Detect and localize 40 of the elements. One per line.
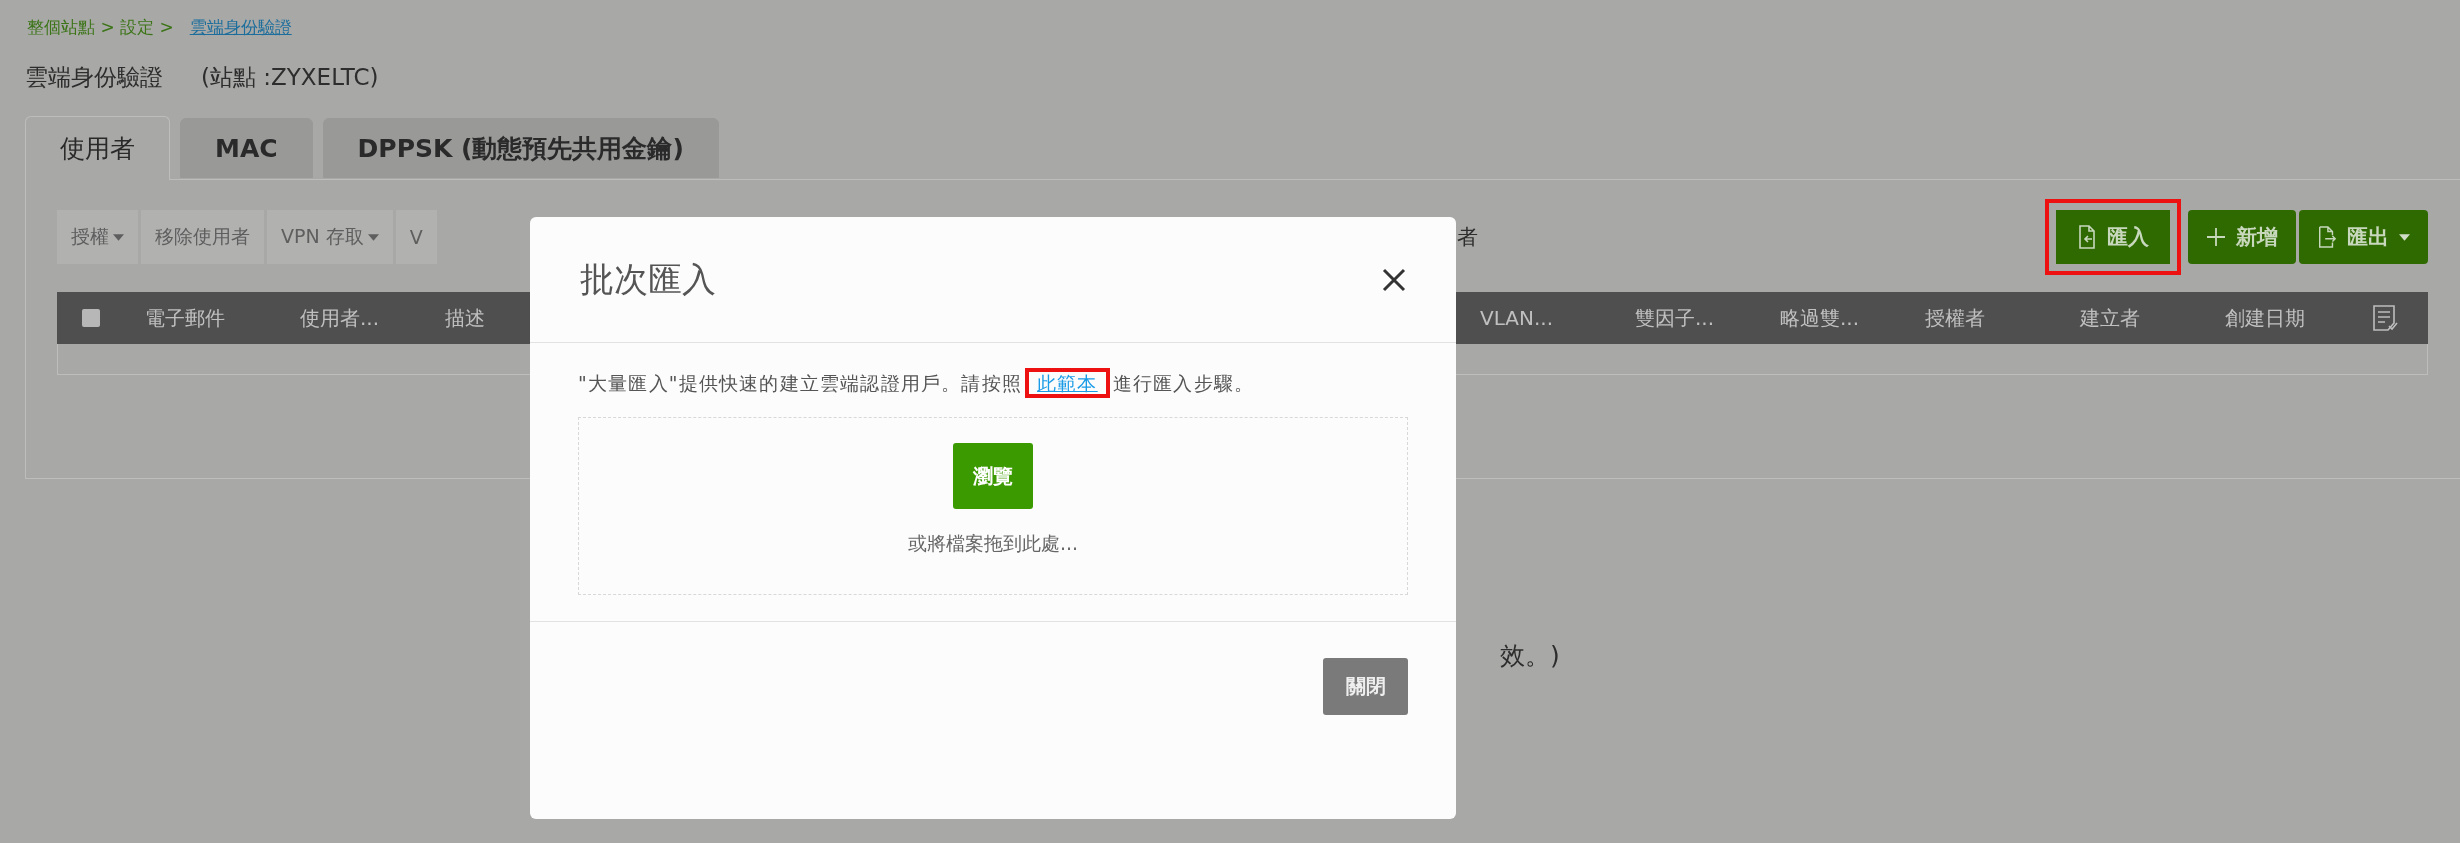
action-button[interactable]: 移除使用者 (141, 210, 264, 264)
column-header[interactable]: 使用者... (280, 304, 425, 332)
column-header[interactable]: 創建日期 (2205, 304, 2360, 332)
action-button[interactable]: V (395, 210, 437, 264)
toolbar-text: 者 (1457, 224, 1478, 251)
dialog-title: 批次匯入 (580, 257, 716, 301)
column-header[interactable]: 電子郵件 (125, 304, 280, 332)
breadcrumb-path: 整個站點 > 設定 > (27, 15, 174, 39)
file-export-icon (2317, 225, 2337, 249)
close-button[interactable]: 關閉 (1323, 658, 1408, 715)
action-button[interactable]: 授權 (57, 210, 138, 264)
toolbar-button[interactable]: 匯入 (2045, 199, 2181, 275)
tab[interactable]: MAC (180, 118, 313, 178)
dialog-message: "大量匯入"提供快速的建立雲端認證用戶。請按照 此範本 進行匯入步驟。 (578, 363, 1408, 403)
tab[interactable]: DPPSK (動態預先共用金鑰) (322, 118, 719, 178)
breadcrumb-link[interactable]: 雲端身份驗證 (189, 15, 292, 39)
drop-zone[interactable]: 瀏覽 或將檔案拖到此處... (578, 417, 1408, 595)
plus-icon (2206, 225, 2226, 249)
action-button[interactable]: VPN 存取 (267, 210, 393, 264)
column-header[interactable]: 授權者 (1905, 304, 2060, 332)
toolbar-button[interactable]: 匯出 (2299, 210, 2428, 264)
notice-text: 效。) (1500, 640, 1560, 672)
caret-icon (113, 233, 124, 241)
caret-icon (2399, 233, 2410, 241)
site-label: (站點 :ZYXELTC) (201, 62, 379, 92)
column-header[interactable]: 建立者 (2060, 304, 2205, 332)
column-settings-icon[interactable] (2372, 304, 2398, 332)
file-import-icon (2077, 225, 2097, 249)
column-header[interactable]: 雙因子... (1615, 304, 1760, 332)
drop-hint: 或將檔案拖到此處... (907, 531, 1079, 556)
template-link[interactable]: 此範本 (1025, 368, 1110, 398)
caret-icon (367, 233, 379, 241)
select-all-checkbox[interactable] (82, 309, 100, 327)
toolbar-button[interactable]: 新增 (2188, 210, 2296, 264)
close-icon[interactable] (1382, 267, 1406, 292)
column-header[interactable]: VLAN... (1460, 306, 1615, 330)
browse-button[interactable]: 瀏覽 (953, 443, 1033, 509)
tab[interactable]: 使用者 (25, 116, 170, 180)
page-title: 雲端身份驗證 (25, 62, 163, 92)
column-header[interactable]: 略過雙... (1760, 304, 1905, 332)
